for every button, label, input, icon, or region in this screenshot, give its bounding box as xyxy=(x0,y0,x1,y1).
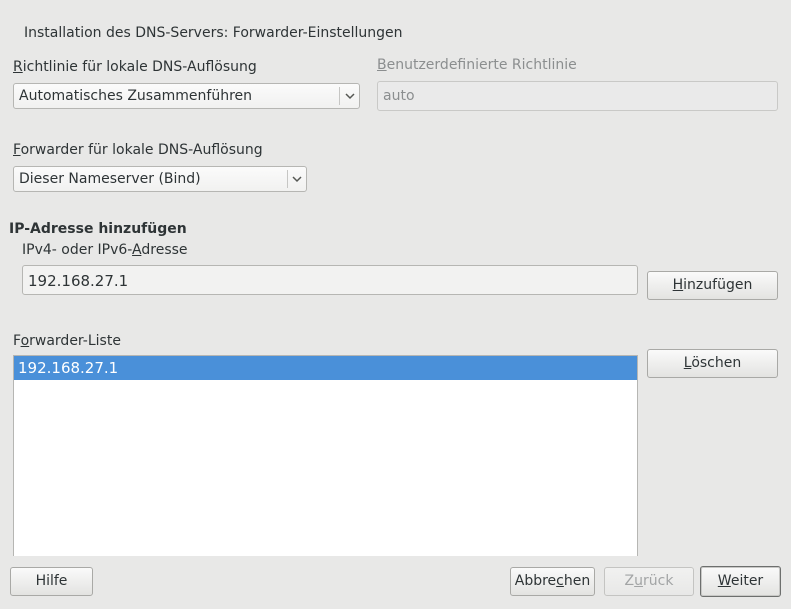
policy-combobox-value: Automatisches Zusammenführen xyxy=(19,88,253,104)
forwarder-label: Forwarder für lokale DNS-Auflösung xyxy=(13,142,263,158)
add-ip-heading: IP-Adresse hinzufügen xyxy=(9,221,187,237)
delete-button[interactable]: Löschen xyxy=(647,349,778,378)
chevron-down-icon xyxy=(292,176,302,183)
forwarder-list-label: Forwarder-Liste xyxy=(13,333,121,349)
forwarder-list[interactable]: 192.168.27.1 xyxy=(13,355,638,556)
add-button[interactable]: Hinzufügen xyxy=(647,271,778,300)
custom-policy-input[interactable]: auto xyxy=(377,81,778,111)
chevron-down-icon xyxy=(345,93,355,100)
forwarder-combobox-value: Dieser Nameserver (Bind) xyxy=(19,171,201,187)
ip-address-label: IPv4- oder IPv6-Adresse xyxy=(22,242,188,258)
back-button[interactable]: Zurück xyxy=(604,567,694,596)
next-button[interactable]: Weiter xyxy=(700,566,781,597)
help-button[interactable]: Hilfe xyxy=(10,567,93,596)
custom-policy-label: Benutzerdefinierte Richtlinie xyxy=(377,57,577,73)
dialog-title: Installation des DNS-Servers: Forwarder-… xyxy=(24,25,403,41)
cancel-button[interactable]: Abbrechen xyxy=(510,567,595,596)
forwarder-combobox[interactable]: Dieser Nameserver (Bind) xyxy=(13,166,307,192)
list-item[interactable]: 192.168.27.1 xyxy=(14,356,637,380)
policy-combobox[interactable]: Automatisches Zusammenführen xyxy=(13,83,360,109)
ip-address-input[interactable]: 192.168.27.1 xyxy=(22,265,638,295)
policy-label: Richtlinie für lokale DNS-Auflösung xyxy=(13,59,257,75)
